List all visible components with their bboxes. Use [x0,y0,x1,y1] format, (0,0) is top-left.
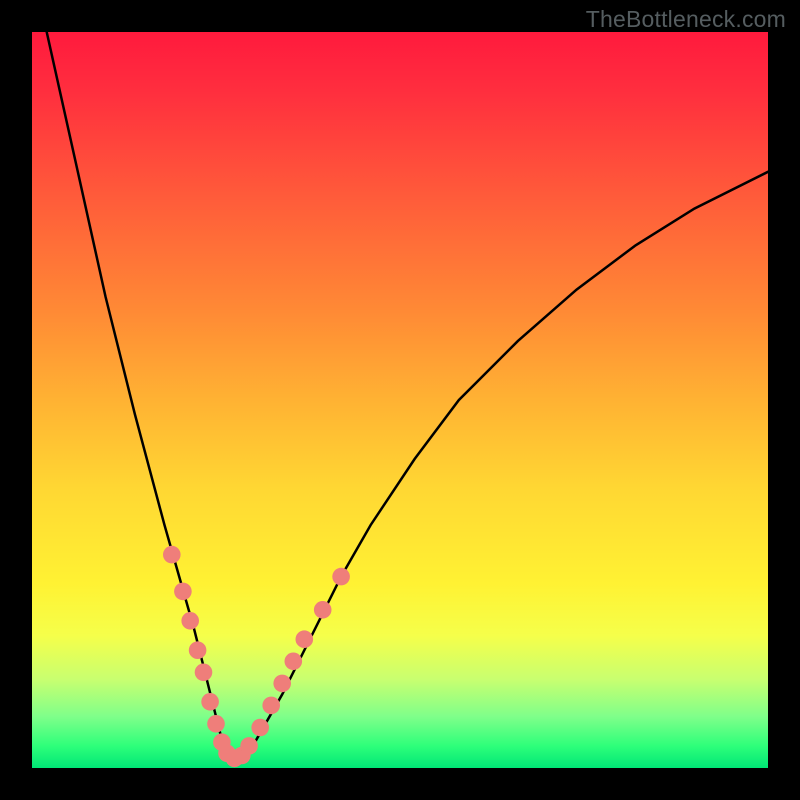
curve-marker [226,750,244,768]
curve-marker [195,664,213,682]
curve-marker [201,693,219,711]
bottleneck-curve [47,32,768,761]
plot-area [32,32,768,768]
curve-marker [262,697,280,715]
curve-marker [314,601,332,619]
curve-marker [207,715,225,733]
watermark-text: TheBottleneck.com [586,6,786,33]
curve-marker [251,719,269,737]
curve-marker [174,583,192,601]
curve-marker [189,641,207,659]
curve-marker [285,653,303,671]
curve-marker [233,747,251,765]
curve-marker [240,737,258,755]
curve-svg [32,32,768,768]
chart-frame: TheBottleneck.com [0,0,800,800]
curve-marker [218,745,236,763]
curve-marker [181,612,199,630]
curve-markers [163,546,350,767]
curve-marker [213,733,231,751]
curve-marker [296,630,314,648]
curve-marker [273,675,291,693]
curve-marker [163,546,181,564]
curve-marker [332,568,350,586]
